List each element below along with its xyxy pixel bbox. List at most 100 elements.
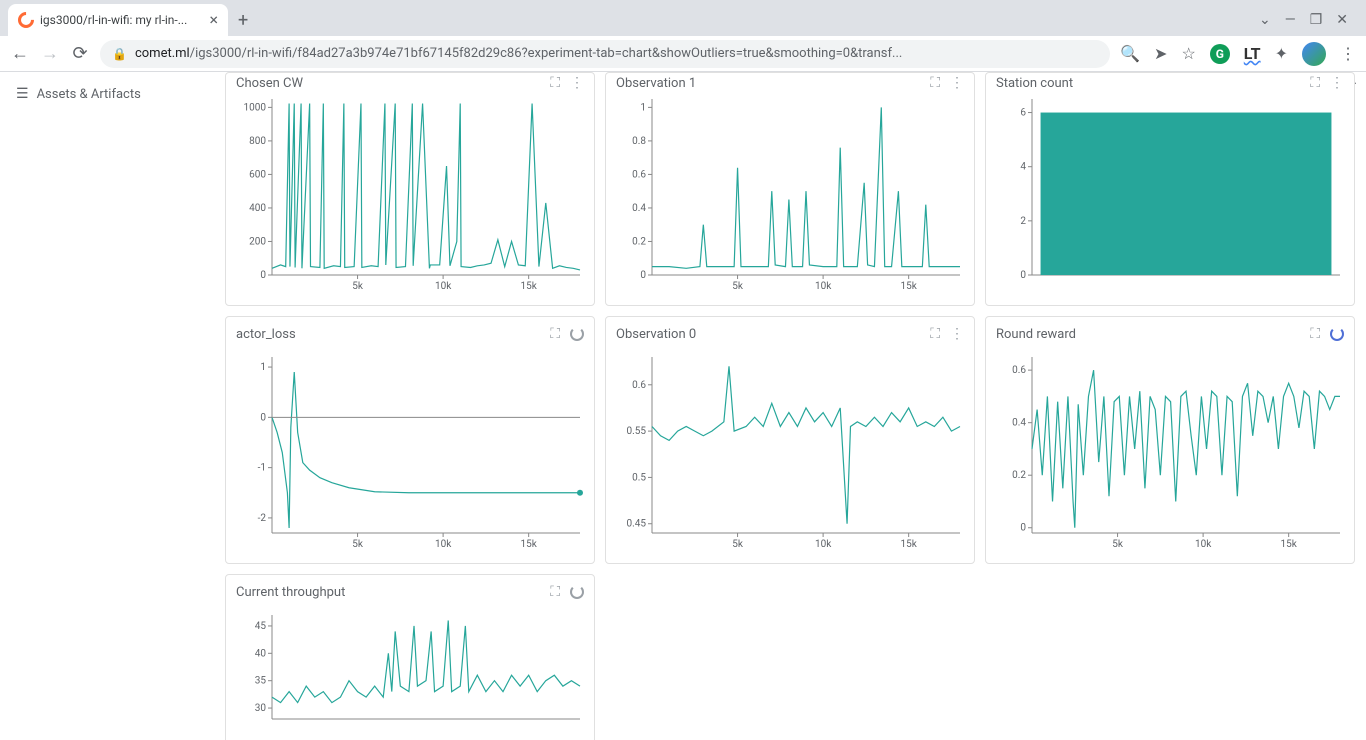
svg-text:0: 0: [260, 270, 266, 281]
panel-chosen-cw: Chosen CW ⛶ ⋮ 020040060080010005k10k15k: [225, 72, 595, 306]
url-text: comet.ml/igs3000/rl-in-wifi/f84ad27a3b97…: [135, 46, 1098, 61]
main-content: ☰ Assets & Artifacts ▲ Chosen CW ⛶ ⋮ 020…: [0, 72, 1366, 740]
tab-title: igs3000/rl-in-wifi: my rl-in-...: [40, 13, 203, 27]
search-icon[interactable]: 🔍: [1120, 44, 1140, 63]
svg-text:10k: 10k: [435, 281, 452, 292]
avatar[interactable]: [1302, 42, 1326, 66]
star-icon[interactable]: ☆: [1181, 44, 1195, 63]
svg-text:0.6: 0.6: [1012, 365, 1026, 376]
close-icon[interactable]: ×: [209, 12, 218, 28]
forward-button[interactable]: →: [40, 43, 60, 64]
svg-text:0.2: 0.2: [1012, 470, 1026, 481]
chart-actor-loss[interactable]: -2-1015k10k15k: [234, 351, 586, 555]
svg-text:5k: 5k: [732, 281, 744, 292]
svg-text:1: 1: [260, 362, 266, 373]
svg-text:10k: 10k: [1195, 539, 1212, 550]
expand-icon[interactable]: ⛶: [930, 326, 940, 342]
sidebar: ☰ Assets & Artifacts: [0, 72, 225, 740]
panel-grid: Chosen CW ⛶ ⋮ 020040060080010005k10k15k …: [225, 72, 1336, 740]
window-close-icon[interactable]: ✕: [1336, 12, 1348, 28]
svg-text:35: 35: [255, 676, 267, 687]
svg-text:0.2: 0.2: [632, 236, 646, 247]
panel-title: Observation 1: [616, 76, 696, 91]
kebab-icon[interactable]: ⋮: [570, 75, 584, 91]
reload-button[interactable]: ⟳: [70, 43, 90, 64]
panel-title: actor_loss: [236, 327, 296, 342]
svg-text:1: 1: [640, 102, 646, 113]
back-button[interactable]: ←: [10, 43, 30, 64]
expand-icon[interactable]: ⛶: [550, 75, 560, 91]
new-tab-button[interactable]: +: [228, 6, 258, 35]
svg-text:400: 400: [249, 203, 266, 214]
extension-lt-icon[interactable]: LT: [1244, 44, 1261, 63]
svg-text:0.5: 0.5: [632, 472, 646, 483]
svg-text:5k: 5k: [352, 539, 364, 550]
svg-text:1000: 1000: [244, 102, 267, 113]
browser-toolbar: ← → ⟳ 🔒 comet.ml/igs3000/rl-in-wifi/f84a…: [0, 36, 1366, 72]
chart-round-reward[interactable]: 00.20.40.65k10k15k: [994, 351, 1346, 555]
panel-title: Round reward: [996, 327, 1076, 342]
svg-text:600: 600: [249, 169, 266, 180]
minimize-icon[interactable]: —: [1285, 12, 1296, 28]
svg-text:2: 2: [1020, 216, 1026, 227]
sidebar-item-assets[interactable]: ☰ Assets & Artifacts: [16, 86, 209, 102]
sidebar-item-label: Assets & Artifacts: [37, 87, 141, 102]
svg-text:10k: 10k: [435, 539, 452, 550]
chart-observation0[interactable]: 0.450.50.550.65k10k15k: [614, 351, 966, 555]
panel-title: Station count: [996, 76, 1073, 91]
svg-text:6: 6: [1020, 108, 1026, 119]
loading-icon: [570, 585, 584, 599]
extensions-icon[interactable]: ✦: [1275, 44, 1288, 63]
chart-current-throughput[interactable]: 30354045: [234, 609, 586, 740]
kebab-icon[interactable]: ⋮: [950, 326, 964, 342]
panel-observation0: Observation 0 ⛶ ⋮ 0.450.50.550.65k10k15k: [605, 316, 975, 564]
svg-text:10k: 10k: [815, 539, 832, 550]
panel-current-throughput: Current throughput ⛶ 30354045: [225, 574, 595, 740]
kebab-icon[interactable]: ⋮: [1340, 44, 1356, 63]
svg-text:30: 30: [255, 703, 267, 714]
list-icon: ☰: [16, 86, 29, 102]
svg-text:200: 200: [249, 236, 266, 247]
toolbar-icons: 🔍 ➤ ☆ G LT ✦ ⋮: [1120, 42, 1356, 66]
svg-text:15k: 15k: [1281, 539, 1298, 550]
expand-icon[interactable]: ⛶: [550, 326, 560, 342]
svg-text:5k: 5k: [1112, 539, 1124, 550]
panel-observation1: Observation 1 ⛶ ⋮ 00.20.40.60.815k10k15k: [605, 72, 975, 306]
svg-text:15k: 15k: [901, 539, 918, 550]
kebab-icon[interactable]: ⋮: [950, 75, 964, 91]
extension-grammarly-icon[interactable]: G: [1210, 44, 1230, 64]
favicon-icon: [15, 9, 38, 32]
expand-icon[interactable]: ⛶: [1310, 326, 1320, 342]
svg-text:0: 0: [260, 412, 266, 423]
expand-icon[interactable]: ⛶: [1310, 75, 1320, 91]
chart-chosen-cw[interactable]: 020040060080010005k10k15k: [234, 93, 586, 297]
panel-title: Observation 0: [616, 327, 696, 342]
url-bar[interactable]: 🔒 comet.ml/igs3000/rl-in-wifi/f84ad27a3b…: [100, 40, 1110, 68]
svg-text:40: 40: [255, 648, 267, 659]
svg-text:0: 0: [1020, 270, 1026, 281]
loading-icon: [570, 327, 584, 341]
expand-icon[interactable]: ⛶: [550, 584, 560, 600]
svg-text:0.8: 0.8: [632, 136, 646, 147]
lock-icon: 🔒: [112, 47, 127, 61]
panel-actor-loss: actor_loss ⛶ -2-1015k10k15k: [225, 316, 595, 564]
svg-text:15k: 15k: [521, 281, 538, 292]
loading-icon: [1330, 327, 1344, 341]
browser-tab[interactable]: igs3000/rl-in-wifi: my rl-in-... ×: [8, 4, 228, 36]
svg-text:-2: -2: [258, 513, 267, 524]
chevron-down-icon[interactable]: ⌄: [1259, 12, 1271, 28]
maximize-icon[interactable]: ❐: [1310, 12, 1323, 28]
panel-round-reward: Round reward ⛶ 00.20.40.65k10k15k: [985, 316, 1355, 564]
expand-icon[interactable]: ⛶: [930, 75, 940, 91]
svg-text:0.6: 0.6: [632, 169, 646, 180]
svg-text:800: 800: [249, 136, 266, 147]
svg-text:0.6: 0.6: [632, 380, 646, 391]
send-icon[interactable]: ➤: [1154, 44, 1167, 63]
svg-text:15k: 15k: [521, 539, 538, 550]
chart-station-count[interactable]: 0246: [994, 93, 1346, 297]
svg-text:5k: 5k: [732, 539, 744, 550]
kebab-icon[interactable]: ⋮: [1330, 75, 1344, 91]
svg-text:-1: -1: [258, 463, 266, 474]
svg-text:0.55: 0.55: [627, 426, 647, 437]
chart-observation1[interactable]: 00.20.40.60.815k10k15k: [614, 93, 966, 297]
